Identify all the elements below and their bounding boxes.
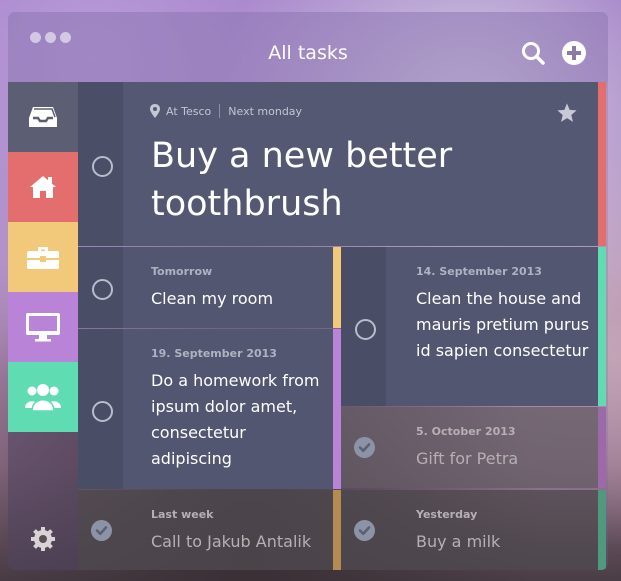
task-text: Call to Jakub Antalik	[151, 532, 312, 551]
task-text: Buy a milk	[416, 532, 501, 551]
title-bar: All tasks	[8, 12, 608, 82]
task-card-t2[interactable]: 14. September 2013 Clean the house and m…	[341, 247, 598, 406]
location-pin-icon	[150, 104, 160, 118]
task-text: Clean my room	[151, 289, 274, 308]
sidebar-item-people[interactable]	[8, 362, 78, 432]
task-card-t3[interactable]: 19. September 2013 Do a homework from ip…	[78, 329, 333, 489]
task-location: At Tesco	[166, 104, 212, 118]
sidebar-item-work[interactable]	[8, 222, 78, 292]
featured-task-color-bar	[598, 82, 606, 246]
task-card-t6[interactable]: Yesterday Buy a milk	[341, 490, 598, 570]
task-card-t5[interactable]: Last week Call to Jakub Antalik	[78, 490, 333, 570]
meta-divider	[219, 104, 221, 118]
task-color-bar	[598, 490, 606, 570]
task-checkbox[interactable]	[92, 279, 113, 300]
task-meta: At Tesco Next monday	[150, 104, 302, 118]
task-date: Tomorrow	[151, 265, 213, 278]
check-icon	[358, 526, 371, 536]
task-text: Clean the house and mauris pretium purus…	[416, 289, 590, 360]
sidebar-item-computer[interactable]	[8, 292, 78, 362]
task-color-bar	[598, 407, 606, 488]
gear-icon[interactable]	[30, 526, 56, 552]
check-icon	[358, 443, 371, 453]
task-date: 5. October 2013	[416, 425, 516, 438]
task-done-check[interactable]	[354, 520, 375, 541]
group-icon	[25, 384, 61, 412]
task-date: 14. September 2013	[416, 265, 542, 278]
task-text: Do a homework from ipsum dolor amet, con…	[151, 371, 320, 468]
check-icon	[95, 526, 108, 536]
task-date: 19. September 2013	[151, 347, 277, 360]
task-due-date: Next monday	[228, 104, 303, 118]
page-title: All tasks	[268, 42, 348, 64]
sidebar	[8, 82, 78, 570]
task-color-bar	[333, 329, 341, 489]
add-task-button[interactable]	[561, 40, 587, 66]
sidebar-item-inbox[interactable]	[8, 82, 78, 152]
task-card-t1[interactable]: Tomorrow Clean my room	[78, 247, 333, 328]
task-color-bar	[598, 247, 606, 406]
task-done-check[interactable]	[91, 520, 112, 541]
task-checkbox[interactable]	[92, 401, 113, 422]
featured-task-title: Buy a new better toothbrush	[151, 136, 453, 224]
task-date: Yesterday	[416, 508, 478, 521]
search-icon[interactable]	[520, 40, 546, 66]
task-done-check[interactable]	[354, 437, 375, 458]
task-color-bar	[333, 247, 341, 328]
task-checkbox[interactable]	[92, 156, 113, 177]
featured-task-card[interactable]: At Tesco Next monday Buy a new better to…	[78, 82, 598, 246]
task-card-t4[interactable]: 5. October 2013 Gift for Petra	[341, 407, 598, 488]
task-checkbox[interactable]	[355, 319, 376, 340]
sidebar-item-home[interactable]	[8, 152, 78, 222]
briefcase-icon	[27, 247, 59, 269]
inbox-icon	[29, 107, 57, 127]
home-icon	[30, 176, 56, 198]
task-text: Gift for Petra	[416, 449, 519, 468]
monitor-icon	[26, 313, 60, 342]
task-color-bar	[333, 490, 341, 570]
app-window: All tasks At Tesco Next monday Buy a new…	[8, 12, 608, 570]
task-date: Last week	[151, 508, 214, 521]
star-icon[interactable]	[556, 102, 578, 124]
task-list: At Tesco Next monday Buy a new better to…	[78, 82, 606, 570]
